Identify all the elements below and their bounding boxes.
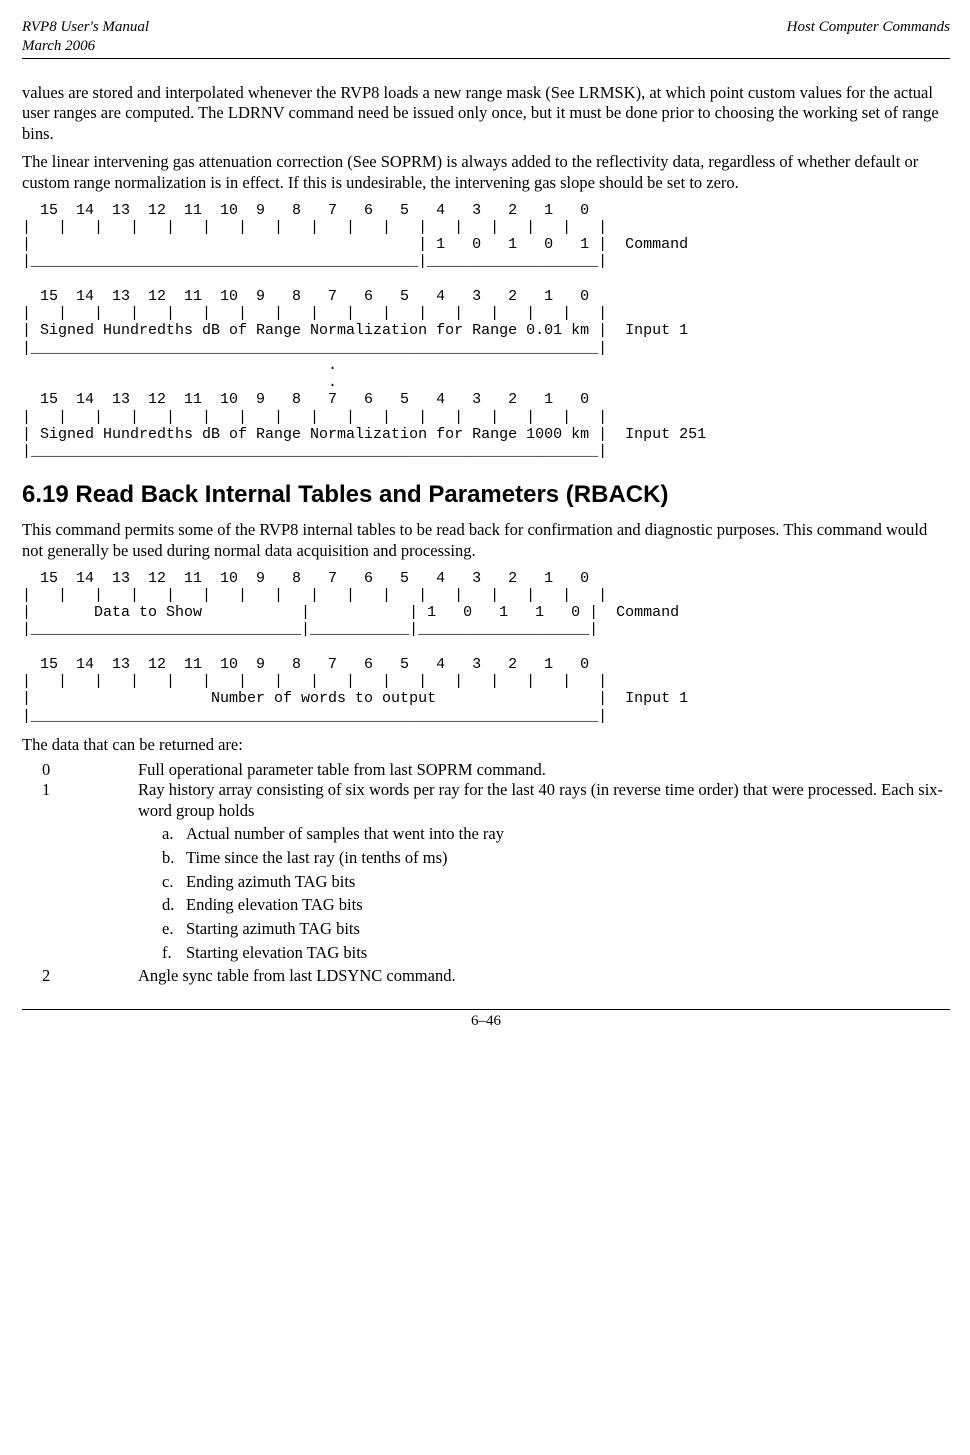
list-key-1: 1 [22, 780, 138, 966]
page-header: RVP8 User's Manual March 2006 Host Compu… [22, 18, 950, 59]
return-data-list: 0 Full operational parameter table from … [22, 760, 950, 987]
sublist-letter: c. [162, 872, 186, 893]
sublist-letter: a. [162, 824, 186, 845]
sublist-text: Time since the last ray (in tenths of ms… [186, 848, 448, 869]
sublist-letter: e. [162, 919, 186, 940]
bitfield-diagram-ldrnv: 15 14 13 12 11 10 9 8 7 6 5 4 3 2 1 0 | … [22, 202, 950, 461]
header-left: RVP8 User's Manual March 2006 [22, 18, 149, 56]
paragraph-1: values are stored and interpolated whene… [22, 83, 950, 145]
list-item: 0 Full operational parameter table from … [22, 760, 950, 781]
sublist-item: f.Starting elevation TAG bits [162, 943, 950, 964]
sublist-text: Ending elevation TAG bits [186, 895, 363, 916]
list-val-2: Angle sync table from last LDSYNC comman… [138, 966, 950, 987]
paragraph-3: This command permits some of the RVP8 in… [22, 520, 950, 561]
sublist-letter: f. [162, 943, 186, 964]
doc-title: RVP8 User's Manual [22, 19, 149, 35]
sublist-item: a.Actual number of samples that went int… [162, 824, 950, 845]
bitfield-diagram-rback: 15 14 13 12 11 10 9 8 7 6 5 4 3 2 1 0 | … [22, 570, 950, 725]
sublist-item: e.Starting azimuth TAG bits [162, 919, 950, 940]
sublist-item: c.Ending azimuth TAG bits [162, 872, 950, 893]
sublist-text: Starting azimuth TAG bits [186, 919, 360, 940]
sublist-text: Actual number of samples that went into … [186, 824, 504, 845]
section-heading-rback: 6.19 Read Back Internal Tables and Param… [22, 480, 950, 510]
sublist: a.Actual number of samples that went int… [162, 824, 950, 963]
sublist-text: Ending azimuth TAG bits [186, 872, 355, 893]
page-footer: 6–46 [22, 1009, 950, 1031]
sublist-text: Starting elevation TAG bits [186, 943, 367, 964]
list-val-1-text: Ray history array consisting of six word… [138, 780, 943, 820]
list-key-2: 2 [22, 966, 138, 987]
list-key-0: 0 [22, 760, 138, 781]
sublist-letter: b. [162, 848, 186, 869]
sublist-item: d.Ending elevation TAG bits [162, 895, 950, 916]
header-right: Host Computer Commands [787, 18, 950, 56]
sublist-item: b.Time since the last ray (in tenths of … [162, 848, 950, 869]
doc-date: March 2006 [22, 38, 95, 54]
list-item: 1 Ray history array consisting of six wo… [22, 780, 950, 966]
list-item: 2 Angle sync table from last LDSYNC comm… [22, 966, 950, 987]
sublist-letter: d. [162, 895, 186, 916]
list-val-1: Ray history array consisting of six word… [138, 780, 950, 966]
paragraph-4: The data that can be returned are: [22, 735, 950, 756]
paragraph-2: The linear intervening gas attenuation c… [22, 152, 950, 193]
list-val-0: Full operational parameter table from la… [138, 760, 950, 781]
